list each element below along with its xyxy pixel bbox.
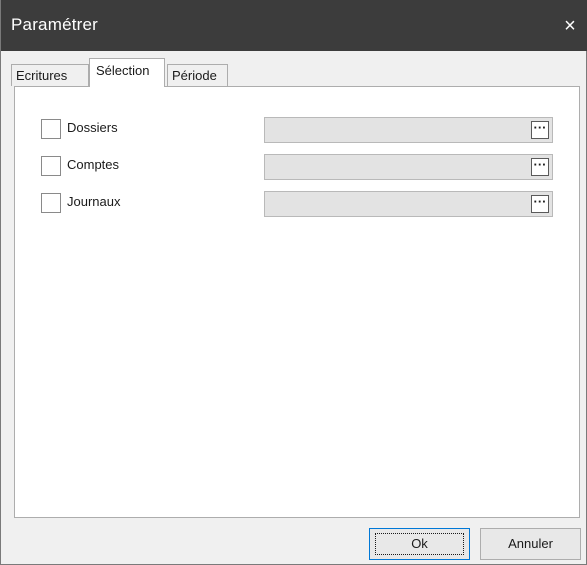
dialog-window: Paramétrer × Ecritures Sélection Période… xyxy=(0,0,587,565)
ok-button[interactable]: Ok xyxy=(369,528,470,560)
dossiers-label: Dossiers xyxy=(67,120,118,135)
row-journaux: Journaux ··· xyxy=(41,191,553,217)
journaux-browse-button[interactable]: ··· xyxy=(531,195,549,213)
ok-button-label: Ok xyxy=(411,536,428,551)
journaux-checkbox[interactable] xyxy=(41,193,61,213)
cancel-button[interactable]: Annuler xyxy=(480,528,581,560)
selection-panel: Dossiers ··· Comptes ··· Journaux ··· xyxy=(14,86,580,518)
close-icon[interactable]: × xyxy=(558,14,582,38)
comptes-checkbox[interactable] xyxy=(41,156,61,176)
dossiers-browse-button[interactable]: ··· xyxy=(531,121,549,139)
title-bar: Paramétrer × xyxy=(1,0,587,51)
row-dossiers: Dossiers ··· xyxy=(41,117,553,143)
dossiers-checkbox[interactable] xyxy=(41,119,61,139)
tab-selection[interactable]: Sélection xyxy=(89,58,165,87)
tab-ecritures[interactable]: Ecritures xyxy=(11,64,89,86)
tab-strip: Ecritures Sélection Période xyxy=(11,58,581,87)
row-comptes: Comptes ··· xyxy=(41,154,553,180)
dossiers-field[interactable]: ··· xyxy=(264,117,553,143)
comptes-label: Comptes xyxy=(67,157,120,172)
comptes-browse-button[interactable]: ··· xyxy=(531,158,549,176)
comptes-field[interactable]: ··· xyxy=(264,154,553,180)
tab-periode[interactable]: Période xyxy=(167,64,228,86)
window-title: Paramétrer xyxy=(11,15,99,34)
journaux-field[interactable]: ··· xyxy=(264,191,553,217)
journaux-label: Journaux xyxy=(67,194,121,209)
